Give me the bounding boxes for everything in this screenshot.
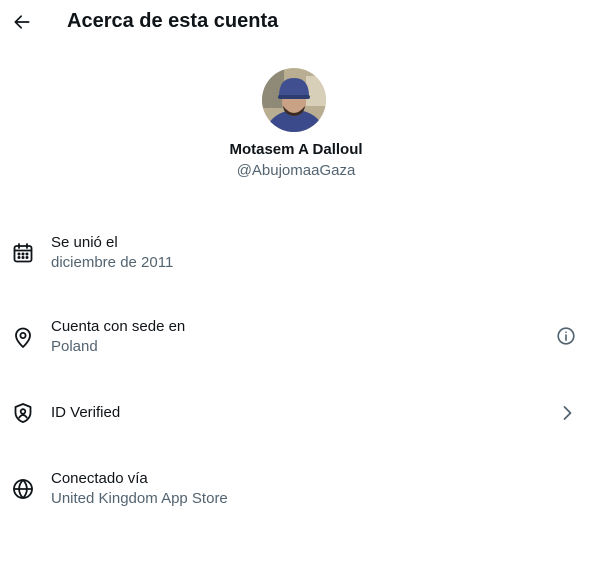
location-value: Poland: [51, 338, 98, 355]
profile-handle: @AbujomaaGaza: [236, 162, 356, 179]
id-verified-row[interactable]: ID Verified: [0, 385, 592, 441]
joined-value: diciembre de 2011: [51, 254, 174, 271]
id-verified-label: ID Verified: [51, 404, 121, 421]
joined-date-row: Se unió el diciembre de 2011: [0, 233, 592, 289]
location-label: Cuenta con sede en: [51, 318, 186, 335]
location-pin-icon: [11, 326, 35, 350]
info-icon[interactable]: [555, 325, 579, 349]
connected-via-value: United Kingdom App Store: [51, 490, 228, 507]
page-title: Acerca de esta cuenta: [67, 10, 279, 32]
back-button[interactable]: [6, 6, 38, 38]
shield-icon: [11, 401, 35, 425]
account-location-row: Cuenta con sede en Poland: [0, 317, 592, 373]
avatar[interactable]: [262, 68, 326, 132]
joined-label: Se unió el: [51, 234, 118, 251]
arrow-left-icon: [12, 12, 32, 32]
page-header: Acerca de esta cuenta: [0, 0, 592, 44]
chevron-right-icon: [555, 401, 579, 425]
connected-via-label: Conectado vía: [51, 470, 148, 487]
profile-name: Motasem A Dalloul: [229, 141, 363, 158]
connected-via-row: Conectado vía United Kingdom App Store: [0, 469, 592, 525]
calendar-icon: [11, 241, 35, 265]
globe-icon: [11, 477, 35, 501]
